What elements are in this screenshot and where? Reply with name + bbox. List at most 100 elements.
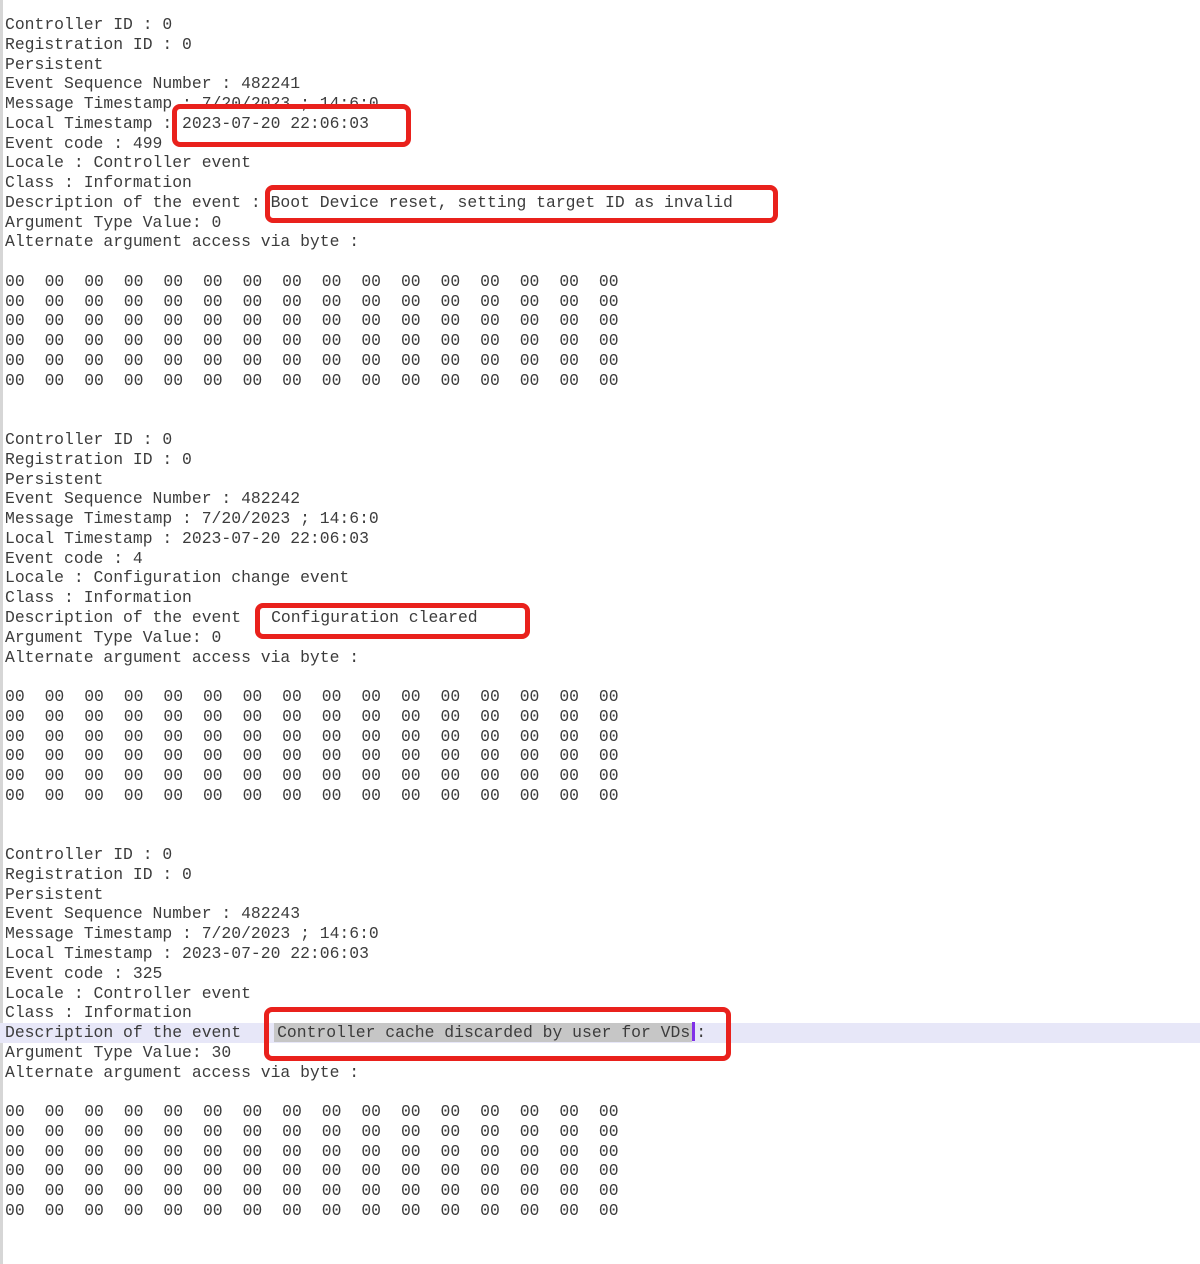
hex-byte: 00 bbox=[480, 371, 520, 391]
hex-byte: 00 bbox=[559, 727, 599, 747]
log-container[interactable]: Controller ID : 0Registration ID : 0Pers… bbox=[0, 15, 1200, 1260]
hex-row-event-3: 00000000000000000000000000000000 bbox=[0, 1142, 1200, 1162]
hex-byte: 00 bbox=[441, 687, 481, 707]
blank-line bbox=[0, 806, 1200, 826]
log-line-event-1: Persistent bbox=[0, 55, 1200, 75]
hex-byte: 00 bbox=[243, 727, 283, 747]
hex-byte: 00 bbox=[163, 1122, 203, 1142]
hex-byte: 00 bbox=[361, 311, 401, 331]
hex-byte: 00 bbox=[163, 1181, 203, 1201]
log-line-event-1: Registration ID : 0 bbox=[0, 35, 1200, 55]
hex-byte: 00 bbox=[45, 1102, 85, 1122]
hex-byte: 00 bbox=[243, 707, 283, 727]
hex-byte: 00 bbox=[480, 272, 520, 292]
hex-byte: 00 bbox=[243, 292, 283, 312]
description-label: Description of the event bbox=[5, 608, 241, 627]
hex-byte: 00 bbox=[361, 351, 401, 371]
hex-byte: 00 bbox=[401, 371, 441, 391]
hex-row-event-1: 00000000000000000000000000000000 bbox=[0, 351, 1200, 371]
hex-byte: 00 bbox=[163, 331, 203, 351]
hex-byte: 00 bbox=[124, 331, 164, 351]
log-line-event-3: Event Sequence Number : 482243 bbox=[0, 904, 1200, 924]
description-line-event-3: Description of the eventController cache… bbox=[0, 1023, 1200, 1043]
hex-byte: 00 bbox=[5, 786, 45, 806]
hex-row-event-3: 00000000000000000000000000000000 bbox=[0, 1201, 1200, 1221]
hex-byte: 00 bbox=[163, 727, 203, 747]
hex-byte: 00 bbox=[163, 292, 203, 312]
hex-byte: 00 bbox=[203, 1181, 243, 1201]
hex-byte: 00 bbox=[45, 1161, 85, 1181]
hex-byte: 00 bbox=[401, 272, 441, 292]
hex-byte: 00 bbox=[124, 1201, 164, 1221]
hex-byte: 00 bbox=[520, 272, 560, 292]
blank-line bbox=[0, 252, 1200, 272]
hex-byte: 00 bbox=[282, 707, 322, 727]
hex-byte: 00 bbox=[124, 311, 164, 331]
log-line-event-3: Persistent bbox=[0, 885, 1200, 905]
hex-byte: 00 bbox=[480, 1142, 520, 1162]
log-line-event-3: Class : Information bbox=[0, 1003, 1200, 1023]
hex-byte: 00 bbox=[401, 707, 441, 727]
hex-byte: 00 bbox=[520, 1201, 560, 1221]
hex-byte: 00 bbox=[559, 272, 599, 292]
text-caret bbox=[692, 1022, 695, 1041]
hex-byte: 00 bbox=[163, 766, 203, 786]
hex-row-event-1: 00000000000000000000000000000000 bbox=[0, 331, 1200, 351]
hex-byte: 00 bbox=[559, 746, 599, 766]
log-line-event-1: Locale : Controller event bbox=[0, 153, 1200, 173]
hex-byte: 00 bbox=[441, 1122, 481, 1142]
hex-byte: 00 bbox=[5, 292, 45, 312]
hex-byte: 00 bbox=[84, 1102, 124, 1122]
hex-byte: 00 bbox=[520, 351, 560, 371]
hex-byte: 00 bbox=[322, 311, 362, 331]
hex-byte: 00 bbox=[520, 331, 560, 351]
hex-byte: 00 bbox=[282, 331, 322, 351]
log-line-event-3: Message Timestamp : 7/20/2023 ; 14:6:0 bbox=[0, 924, 1200, 944]
hex-byte: 00 bbox=[401, 292, 441, 312]
hex-byte: 00 bbox=[361, 786, 401, 806]
hex-byte: 00 bbox=[203, 272, 243, 292]
hex-byte: 00 bbox=[322, 1122, 362, 1142]
hex-byte: 00 bbox=[45, 351, 85, 371]
hex-byte: 00 bbox=[5, 1122, 45, 1142]
log-line-event-3: Locale : Controller event bbox=[0, 984, 1200, 1004]
hex-byte: 00 bbox=[282, 1102, 322, 1122]
hex-byte: 00 bbox=[84, 786, 124, 806]
hex-byte: 00 bbox=[243, 746, 283, 766]
blank-line bbox=[0, 410, 1200, 430]
hex-byte: 00 bbox=[599, 746, 639, 766]
hex-byte: 00 bbox=[599, 687, 639, 707]
description-line-event-2: Description of the eventConfiguration cl… bbox=[0, 608, 1200, 628]
hex-byte: 00 bbox=[599, 351, 639, 371]
hex-byte: 00 bbox=[322, 1142, 362, 1162]
hex-byte: 00 bbox=[599, 1102, 639, 1122]
hex-byte: 00 bbox=[282, 292, 322, 312]
hex-byte: 00 bbox=[401, 1102, 441, 1122]
hex-byte: 00 bbox=[401, 351, 441, 371]
hex-byte: 00 bbox=[84, 311, 124, 331]
hex-byte: 00 bbox=[84, 351, 124, 371]
description-suffix: : bbox=[696, 1023, 706, 1042]
hex-row-event-3: 00000000000000000000000000000000 bbox=[0, 1161, 1200, 1181]
hex-row-event-1: 00000000000000000000000000000000 bbox=[0, 292, 1200, 312]
log-line-event-2: Controller ID : 0 bbox=[0, 430, 1200, 450]
hex-byte: 00 bbox=[441, 766, 481, 786]
hex-byte: 00 bbox=[282, 1201, 322, 1221]
blank-line bbox=[0, 391, 1200, 411]
hex-byte: 00 bbox=[322, 1102, 362, 1122]
blank-line bbox=[0, 1082, 1200, 1102]
log-line-event-2: Local Timestamp : 2023-07-20 22:06:03 bbox=[0, 529, 1200, 549]
hex-byte: 00 bbox=[282, 687, 322, 707]
hex-byte: 00 bbox=[559, 707, 599, 727]
hex-byte: 00 bbox=[203, 1142, 243, 1162]
hex-byte: 00 bbox=[520, 1181, 560, 1201]
hex-byte: 00 bbox=[243, 311, 283, 331]
hex-byte: 00 bbox=[84, 707, 124, 727]
hex-byte: 00 bbox=[559, 786, 599, 806]
hex-byte: 00 bbox=[441, 746, 481, 766]
hex-byte: 00 bbox=[361, 1201, 401, 1221]
blank-line bbox=[0, 825, 1200, 845]
hex-byte: 00 bbox=[5, 766, 45, 786]
hex-byte: 00 bbox=[5, 727, 45, 747]
hex-byte: 00 bbox=[361, 1181, 401, 1201]
